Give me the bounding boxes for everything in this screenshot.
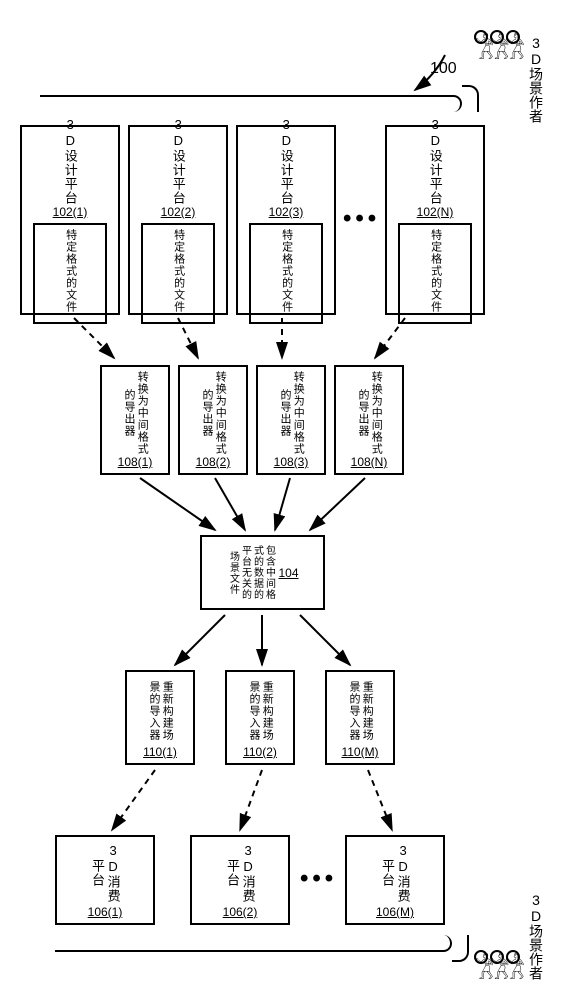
consumer-title: 3D消费平台 — [224, 841, 255, 905]
figure-reference: 100 — [430, 60, 457, 78]
consumer-title: 3D消费平台 — [379, 841, 410, 905]
scene-file-ref: 104 — [278, 566, 298, 580]
exporter-title: 转换为中间格式的导出器 — [122, 371, 148, 455]
top-actors-label: 3D场景作者 — [526, 35, 546, 123]
file-label: 特定格式的文件 — [63, 229, 76, 313]
file-label: 特定格式的文件 — [279, 229, 292, 313]
file-box-2: 特定格式的文件 — [141, 223, 216, 324]
top-actors-icon: 𓀟𓀟𓀟 — [473, 30, 521, 60]
consumer-ref: 106(1) — [88, 905, 123, 919]
importer-m: 重新构建场景的导入器 110(M) — [325, 670, 395, 765]
design-platform-ref: 102(2) — [161, 205, 196, 219]
exporter-2: 转换为中间格式的导出器 108(2) — [178, 365, 248, 475]
scene-file-title: 包含中间格式的数据的平台无关的场景文件 — [226, 541, 274, 604]
design-platform-ref: 102(N) — [417, 205, 454, 219]
exporter-3: 转换为中间格式的导出器 108(3) — [256, 365, 326, 475]
importer-ref: 110(M) — [341, 745, 378, 759]
design-platform-title: 3D设计平台 — [278, 117, 294, 205]
exporter-ref: 108(N) — [351, 455, 388, 469]
design-platform-n: 3D设计平台 102(N) 特定格式的文件 — [385, 125, 485, 315]
design-platform-title: 3D设计平台 — [427, 117, 443, 205]
bottom-bracket — [55, 935, 452, 952]
consumer-platform-2: 3D消费平台 106(2) — [190, 835, 290, 925]
design-platform-ref: 102(3) — [269, 205, 304, 219]
exporter-ref: 108(3) — [274, 455, 309, 469]
consumer-ref: 106(M) — [376, 905, 414, 919]
importer-title: 重新构建场景的导入器 — [247, 676, 273, 745]
importer-ref: 110(1) — [143, 745, 177, 759]
ellipsis-icon: ••• — [343, 205, 380, 233]
design-platform-3: 3D设计平台 102(3) 特定格式的文件 — [236, 125, 336, 315]
design-platform-title: 3D设计平台 — [62, 117, 78, 205]
ellipsis-icon: ••• — [300, 865, 337, 893]
importer-title: 重新构建场景的导入器 — [347, 676, 373, 745]
design-platform-2: 3D设计平台 102(2) 特定格式的文件 — [128, 125, 228, 315]
bottom-actors-icon: 𓀟𓀟𓀟 — [473, 950, 521, 980]
exporter-title: 转换为中间格式的导出器 — [200, 371, 226, 455]
top-bracket-tail — [462, 85, 479, 112]
exporter-ref: 108(1) — [118, 455, 153, 469]
exporter-title: 转换为中间格式的导出器 — [356, 371, 382, 455]
consumer-ref: 106(2) — [223, 905, 258, 919]
file-box-3: 特定格式的文件 — [249, 223, 324, 324]
exporter-1: 转换为中间格式的导出器 108(1) — [100, 365, 170, 475]
exporter-title: 转换为中间格式的导出器 — [278, 371, 304, 455]
bottom-bracket-tail — [452, 935, 469, 962]
design-platform-ref: 102(1) — [53, 205, 88, 219]
design-platform-title: 3D设计平台 — [170, 117, 186, 205]
importer-1: 重新构建场景的导入器 110(1) — [125, 670, 195, 765]
file-box-1: 特定格式的文件 — [33, 223, 108, 324]
consumer-title: 3D消费平台 — [89, 841, 120, 905]
consumer-platform-m: 3D消费平台 106(M) — [345, 835, 445, 925]
file-label: 特定格式的文件 — [428, 229, 441, 313]
exporter-ref: 108(2) — [196, 455, 231, 469]
exporter-n: 转换为中间格式的导出器 108(N) — [334, 365, 404, 475]
consumer-platform-1: 3D消费平台 106(1) — [55, 835, 155, 925]
design-platform-1: 3D设计平台 102(1) 特定格式的文件 — [20, 125, 120, 315]
importer-title: 重新构建场景的导入器 — [147, 676, 173, 745]
importer-2: 重新构建场景的导入器 110(2) — [225, 670, 295, 765]
importer-ref: 110(2) — [243, 745, 277, 759]
file-label: 特定格式的文件 — [171, 229, 184, 313]
file-box-n: 特定格式的文件 — [398, 223, 473, 324]
top-bracket — [40, 95, 462, 112]
bottom-actors-label: 3D场景作者 — [526, 892, 546, 980]
scene-file: 包含中间格式的数据的平台无关的场景文件 104 — [200, 535, 325, 610]
